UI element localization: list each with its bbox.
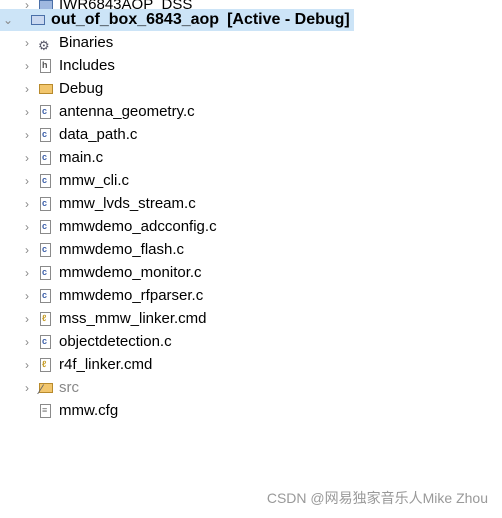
tree-item[interactable]: › c data_path.c	[0, 124, 137, 146]
tree-item-label: r4f_linker.cmd	[59, 356, 153, 373]
chevron-down-icon[interactable]: ⌄	[0, 9, 16, 31]
tree-item[interactable]: › c antenna_geometry.c	[0, 101, 195, 123]
tree-item-label: Binaries	[59, 34, 114, 51]
tree-item[interactable]: › c objectdetection.c	[0, 331, 172, 353]
c-file-icon: c	[38, 334, 54, 350]
chevron-right-icon[interactable]: ›	[20, 308, 34, 330]
chevron-right-icon[interactable]: ›	[20, 193, 34, 215]
tree-item[interactable]: › c main.c	[0, 147, 103, 169]
tree-item[interactable]: › c mmwdemo_adcconfig.c	[0, 216, 217, 238]
tree-item[interactable]: ≡ mmw.cfg	[0, 400, 118, 422]
tree-item-label: mmwdemo_flash.c	[59, 241, 185, 258]
tree-item-project[interactable]: ⌄ out_of_box_6843_aop [Active - Debug]	[0, 9, 354, 31]
linker-file-icon: ℓ	[38, 311, 54, 327]
c-file-icon: c	[38, 127, 54, 143]
tree-item-label: mmw_cli.c	[59, 172, 129, 189]
chevron-right-icon[interactable]: ›	[20, 124, 34, 146]
c-file-icon: c	[38, 265, 54, 281]
excluded-folder-icon: ⁄	[38, 380, 54, 397]
chevron-right-icon[interactable]: ›	[20, 262, 34, 284]
tree-item-label: mss_mmw_linker.cmd	[59, 310, 207, 327]
binaries-icon: ⚙	[38, 38, 50, 53]
tree-item-label: mmw_lvds_stream.c	[59, 195, 196, 212]
chevron-right-icon[interactable]: ›	[20, 239, 34, 261]
tree-item-label: antenna_geometry.c	[59, 103, 195, 120]
tree-item[interactable]: › c mmw_lvds_stream.c	[0, 193, 196, 215]
chevron-right-icon[interactable]: ›	[20, 331, 34, 353]
tree-item-label: mmwdemo_rfparser.c	[59, 287, 204, 304]
c-file-icon: c	[38, 150, 54, 166]
linker-file-icon: ℓ	[38, 357, 54, 373]
tree-item-label: data_path.c	[59, 126, 138, 143]
tree-item[interactable]: › h Includes	[0, 55, 115, 77]
watermark: CSDN @网易独家音乐人Mike Zhou	[266, 490, 488, 506]
project-folder-icon	[30, 12, 46, 28]
chevron-right-icon[interactable]: ›	[20, 216, 34, 238]
tree-item-label: mmw.cfg	[59, 402, 119, 419]
chevron-right-icon[interactable]: ›	[20, 78, 34, 100]
tree-item[interactable]: › ⁄ src	[0, 377, 79, 399]
includes-icon: h	[38, 58, 54, 74]
tree-item[interactable]: › ℓ r4f_linker.cmd	[0, 354, 152, 376]
folder-icon	[38, 81, 54, 97]
chevron-right-icon[interactable]: ›	[20, 354, 34, 376]
tree-item-label: Includes	[59, 57, 115, 74]
c-file-icon: c	[38, 242, 54, 258]
tree-item-label: Debug	[59, 80, 104, 97]
chevron-right-icon[interactable]: ›	[20, 55, 34, 77]
chevron-right-icon[interactable]: ›	[20, 32, 34, 54]
chevron-right-icon[interactable]: ›	[20, 285, 34, 307]
c-file-icon: c	[38, 288, 54, 304]
tree-item[interactable]: › c mmwdemo_monitor.c	[0, 262, 202, 284]
chevron-right-icon[interactable]: ›	[20, 101, 34, 123]
chevron-right-icon[interactable]: ›	[20, 377, 34, 399]
tree-item-label: objectdetection.c	[59, 333, 172, 350]
text-file-icon: ≡	[38, 403, 54, 419]
tree-item-label: main.c	[59, 149, 104, 166]
c-file-icon: c	[38, 219, 54, 235]
tree-item[interactable]: › c mmwdemo_flash.c	[0, 239, 184, 261]
tree-item[interactable]: › c mmw_cli.c	[0, 170, 129, 192]
chevron-right-icon[interactable]: ›	[20, 147, 34, 169]
chevron-right-icon[interactable]: ›	[20, 170, 34, 192]
tree-item-label: mmwdemo_adcconfig.c	[59, 218, 217, 235]
c-file-icon: c	[38, 104, 54, 120]
tree-item[interactable]: › Debug	[0, 78, 103, 100]
tree-item[interactable]: › c mmwdemo_rfparser.c	[0, 285, 203, 307]
tree-item-label: src	[59, 379, 79, 396]
tree-item-label: mmwdemo_monitor.c	[59, 264, 202, 281]
tree-item[interactable]: › ℓ mss_mmw_linker.cmd	[0, 308, 207, 330]
c-file-icon: c	[38, 196, 54, 212]
tree-item[interactable]: › ⚙ Binaries	[0, 32, 113, 54]
c-file-icon: c	[38, 173, 54, 189]
